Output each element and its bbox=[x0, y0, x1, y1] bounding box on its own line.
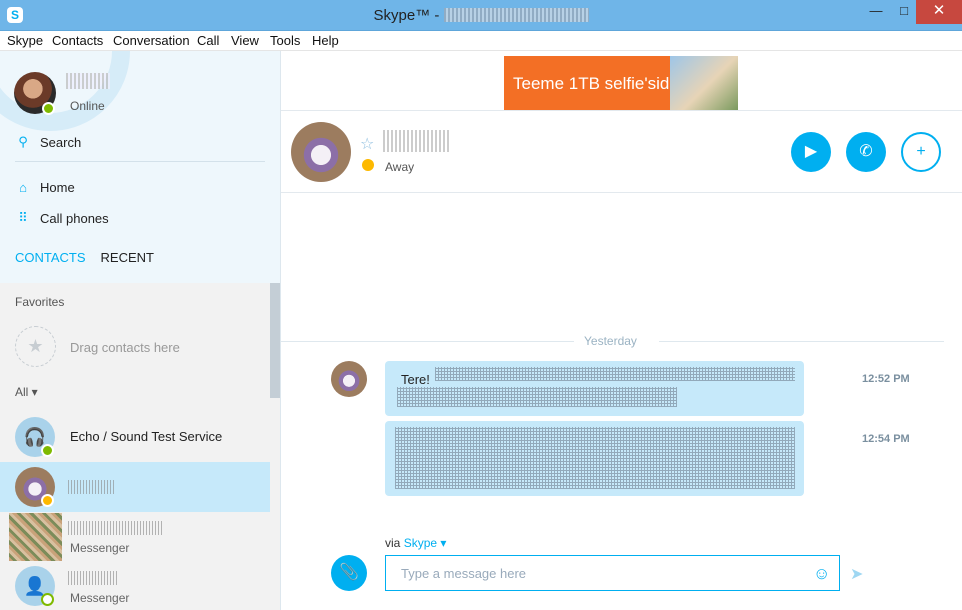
paperclip-icon: 📎 bbox=[339, 564, 359, 581]
menu-contacts[interactable]: Contacts bbox=[52, 33, 103, 48]
video-call-button[interactable]: ▶ bbox=[791, 132, 831, 172]
separator-line bbox=[659, 341, 944, 342]
conversation-contact-name-redacted[interactable] bbox=[383, 130, 451, 152]
contact-name-redacted bbox=[68, 571, 118, 585]
online-status-icon bbox=[42, 102, 55, 115]
message-timestamp: 12:52 PM bbox=[862, 373, 910, 385]
divider bbox=[281, 192, 962, 193]
contact-subtitle: Messenger bbox=[70, 591, 130, 605]
away-status-icon bbox=[41, 494, 54, 507]
contact-avatar bbox=[9, 513, 62, 561]
ad-photo bbox=[670, 56, 738, 110]
home-label: Home bbox=[40, 180, 75, 195]
send-icon[interactable]: ➤ bbox=[850, 564, 863, 584]
offline-status-icon bbox=[41, 593, 54, 606]
tab-recent[interactable]: RECENT bbox=[101, 250, 154, 265]
maximize-button[interactable]: □ bbox=[889, 0, 919, 24]
my-status[interactable]: Online bbox=[70, 99, 105, 113]
sidebar: Online ⚲ Search ⌂ Home ⠿ Call phones CON… bbox=[0, 51, 281, 610]
redacted-username bbox=[443, 8, 589, 22]
close-button[interactable]: ✕ bbox=[916, 0, 962, 24]
title-bar: S Skype™ - — □ ✕ bbox=[0, 0, 962, 31]
contacts-scrollbar[interactable] bbox=[270, 283, 280, 398]
minimize-button[interactable]: — bbox=[861, 0, 891, 24]
away-status-icon bbox=[362, 159, 374, 171]
contact-item-messenger-1[interactable]: Messenger bbox=[0, 511, 270, 561]
my-name-redacted[interactable] bbox=[66, 73, 110, 89]
sidebar-item-home[interactable]: ⌂ Home bbox=[15, 180, 75, 195]
separator-line bbox=[281, 341, 574, 342]
menu-skype[interactable]: Skype bbox=[7, 33, 43, 48]
add-person-icon: + bbox=[916, 143, 926, 160]
online-status-icon bbox=[41, 444, 54, 457]
video-camera-icon: ▶ bbox=[804, 143, 818, 160]
tab-contacts[interactable]: CONTACTS bbox=[15, 250, 86, 265]
contact-name: Echo / Sound Test Service bbox=[70, 429, 223, 444]
drag-contacts-hint: Drag contacts here bbox=[70, 340, 180, 355]
contact-name-redacted bbox=[68, 480, 116, 494]
message-input[interactable] bbox=[385, 555, 840, 591]
redacted-message-text bbox=[397, 387, 677, 407]
search-icon: ⚲ bbox=[18, 134, 28, 149]
emoticon-icon[interactable]: ☺ bbox=[813, 564, 830, 584]
contact-item-selected[interactable] bbox=[0, 462, 270, 512]
via-skype-link[interactable]: Skype ▾ bbox=[404, 536, 447, 550]
message-text: Tere! bbox=[401, 372, 430, 387]
redacted-message-text bbox=[395, 427, 795, 489]
menu-tools[interactable]: Tools bbox=[270, 33, 300, 48]
home-icon: ⌂ bbox=[19, 180, 27, 195]
search-label: Search bbox=[40, 134, 82, 150]
attach-file-button[interactable]: 📎 bbox=[331, 555, 367, 591]
ad-text: Teeme 1TB selfie'sid? bbox=[513, 74, 679, 93]
message-bubble[interactable]: Tere! bbox=[385, 361, 804, 416]
voice-call-button[interactable]: ✆ bbox=[846, 132, 886, 172]
window-title: Skype™ - bbox=[0, 7, 962, 24]
all-contacts-filter[interactable]: All ▾ bbox=[15, 385, 38, 399]
day-separator-label: Yesterday bbox=[584, 334, 637, 348]
contact-subtitle: Messenger bbox=[70, 541, 130, 555]
divider bbox=[15, 161, 265, 162]
menu-help[interactable]: Help bbox=[312, 33, 339, 48]
via-prefix: via bbox=[385, 536, 404, 550]
redacted-message-text bbox=[435, 367, 795, 381]
contact-name-redacted bbox=[68, 521, 164, 535]
star-icon: ★ bbox=[15, 326, 56, 367]
favorite-star-icon[interactable]: ☆ bbox=[360, 134, 374, 154]
conversation-contact-status: Away bbox=[385, 160, 415, 174]
contact-item-messenger-2[interactable]: 👤 Messenger bbox=[0, 561, 270, 610]
add-people-button[interactable]: + bbox=[901, 132, 941, 172]
contact-item-echo[interactable]: 🎧 Echo / Sound Test Service bbox=[0, 412, 270, 462]
message-sender-avatar[interactable] bbox=[331, 361, 367, 397]
call-phones-label: Call phones bbox=[40, 210, 109, 226]
menu-call[interactable]: Call bbox=[197, 33, 219, 48]
favorites-label: Favorites bbox=[15, 295, 65, 309]
sidebar-item-call-phones[interactable]: ⠿ Call phones bbox=[15, 210, 109, 226]
menu-bar: Skype Contacts Conversation Call View To… bbox=[0, 31, 962, 51]
menu-conversation[interactable]: Conversation bbox=[113, 33, 190, 48]
message-bubble[interactable] bbox=[385, 421, 804, 496]
contact-tabs: CONTACTS RECENT bbox=[15, 250, 169, 265]
menu-view[interactable]: View bbox=[231, 33, 259, 48]
conversation-contact-avatar[interactable] bbox=[291, 122, 351, 182]
search-row[interactable]: ⚲ Search bbox=[15, 134, 81, 150]
via-skype-selector[interactable]: via Skype ▾ bbox=[385, 536, 446, 550]
window-title-text: Skype™ - bbox=[373, 7, 444, 24]
phone-icon: ✆ bbox=[859, 143, 873, 160]
message-timestamp: 12:54 PM bbox=[862, 433, 910, 445]
ad-banner[interactable]: Teeme 1TB selfie'sid? bbox=[504, 56, 738, 110]
dialpad-icon: ⠿ bbox=[18, 210, 28, 225]
divider bbox=[281, 110, 962, 111]
